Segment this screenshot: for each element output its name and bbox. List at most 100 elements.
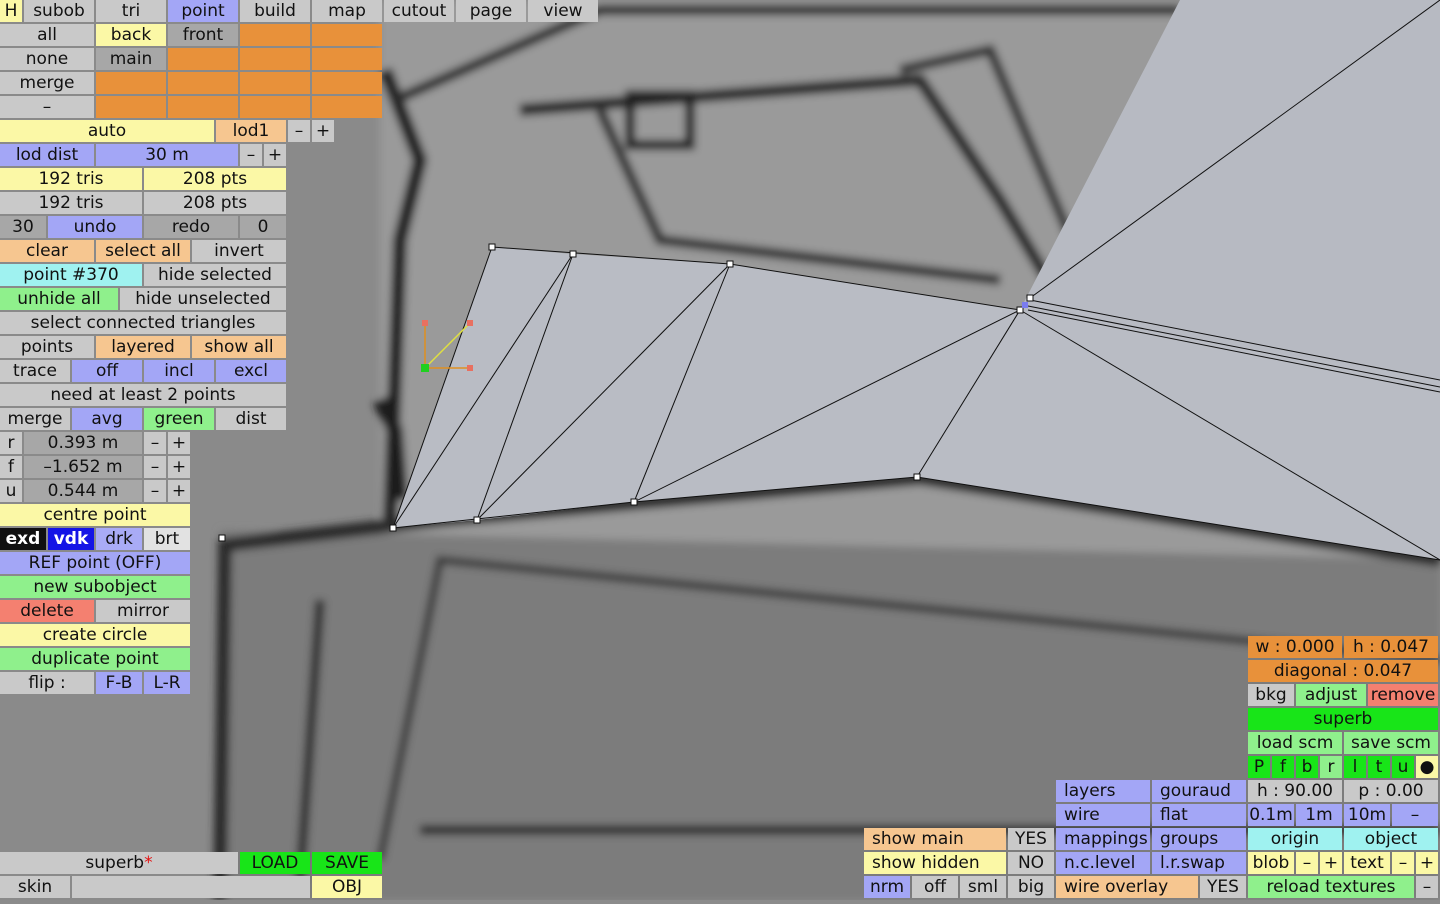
duplicate-point-button[interactable]: duplicate point: [0, 648, 190, 670]
menu-subob[interactable]: subob: [24, 0, 94, 22]
text-button[interactable]: text: [1344, 852, 1390, 874]
menu-map[interactable]: map: [312, 0, 382, 22]
part-slot[interactable]: [312, 72, 382, 94]
menu-view[interactable]: view: [528, 0, 598, 22]
part-slot[interactable]: [240, 72, 310, 94]
part-slot[interactable]: [96, 96, 166, 118]
object-button[interactable]: object: [1344, 828, 1438, 850]
show-hidden-no[interactable]: NO: [1008, 852, 1054, 874]
redo-button[interactable]: redo: [144, 216, 238, 238]
nc-level-button[interactable]: n.c.level: [1056, 852, 1150, 874]
flip-lr-button[interactable]: L-R: [144, 672, 190, 694]
view-f-button[interactable]: f: [1272, 756, 1294, 778]
coord-f-plus-button[interactable]: +: [168, 456, 190, 478]
bkg-name[interactable]: superb: [1248, 708, 1438, 730]
selected-point-label[interactable]: point #370: [0, 264, 142, 286]
step-1m-button[interactable]: 1m: [1296, 804, 1342, 826]
lod-dist-minus-button[interactable]: –: [240, 144, 262, 166]
trace-excl-button[interactable]: excl: [216, 360, 286, 382]
hide-unselected-button[interactable]: hide unselected: [120, 288, 286, 310]
show-all-button[interactable]: show all: [192, 336, 286, 358]
flat-button[interactable]: flat: [1152, 804, 1246, 826]
mappings-button[interactable]: mappings: [1056, 828, 1150, 850]
menu-cutout[interactable]: cutout: [384, 0, 454, 22]
step-01m-button[interactable]: 0.1m: [1248, 804, 1294, 826]
coord-r-value[interactable]: 0.393 m: [24, 432, 142, 454]
step-dash-button[interactable]: –: [1392, 804, 1438, 826]
view-p-button[interactable]: P: [1248, 756, 1270, 778]
blob-plus-button[interactable]: +: [1320, 852, 1342, 874]
lod1-button[interactable]: lod1: [216, 120, 286, 142]
lr-swap-button[interactable]: l.r.swap: [1152, 852, 1246, 874]
nrm-button[interactable]: nrm: [864, 876, 910, 898]
bkg-button[interactable]: bkg: [1248, 684, 1294, 706]
part-slot[interactable]: [312, 48, 382, 70]
merge-parts-button[interactable]: merge: [0, 72, 94, 94]
coord-f-value[interactable]: –1.652 m: [24, 456, 142, 478]
coord-r-minus-button[interactable]: –: [144, 432, 166, 454]
delete-button[interactable]: delete: [0, 600, 94, 622]
lod-plus-button[interactable]: +: [312, 120, 334, 142]
menu-tri[interactable]: tri: [96, 0, 166, 22]
wire-overlay-yes[interactable]: YES: [1200, 876, 1246, 898]
part-slot[interactable]: [240, 48, 310, 70]
blob-button[interactable]: blob: [1248, 852, 1294, 874]
part-slot[interactable]: [168, 96, 238, 118]
text-plus-button[interactable]: +: [1416, 852, 1438, 874]
coord-u-minus-button[interactable]: –: [144, 480, 166, 502]
unhide-all-button[interactable]: unhide all: [0, 288, 118, 310]
coord-f-minus-button[interactable]: –: [144, 456, 166, 478]
ref-point-button[interactable]: REF point (OFF): [0, 552, 190, 574]
part-slot[interactable]: [312, 24, 382, 46]
clear-selection-button[interactable]: clear: [0, 240, 94, 262]
merge-dist-button[interactable]: dist: [216, 408, 286, 430]
create-circle-button[interactable]: create circle: [0, 624, 190, 646]
invert-selection-button[interactable]: invert: [192, 240, 286, 262]
view-dot-button[interactable]: ●: [1416, 756, 1438, 778]
trace-off-button[interactable]: off: [72, 360, 142, 382]
origin-button[interactable]: origin: [1248, 828, 1342, 850]
wire-overlay-button[interactable]: wire overlay: [1056, 876, 1198, 898]
lod-auto-button[interactable]: auto: [0, 120, 214, 142]
merge-green-button[interactable]: green: [144, 408, 214, 430]
show-hidden-button[interactable]: show hidden: [864, 852, 1006, 874]
skin-label[interactable]: skin: [0, 876, 70, 898]
centre-point-button[interactable]: centre point: [0, 504, 190, 526]
merge-points-button[interactable]: merge: [0, 408, 70, 430]
dash-button[interactable]: –: [0, 96, 94, 118]
front-button[interactable]: front: [168, 24, 238, 46]
sml-button[interactable]: sml: [960, 876, 1006, 898]
part-slot[interactable]: [240, 96, 310, 118]
h-button[interactable]: H: [0, 0, 22, 22]
blob-minus-button[interactable]: –: [1296, 852, 1318, 874]
load-button[interactable]: LOAD: [240, 852, 310, 874]
coord-u-plus-button[interactable]: +: [168, 480, 190, 502]
view-t-button[interactable]: t: [1368, 756, 1390, 778]
big-button[interactable]: big: [1008, 876, 1054, 898]
show-main-button[interactable]: show main: [864, 828, 1006, 850]
select-all-button[interactable]: select all: [96, 240, 190, 262]
bkg-adjust-button[interactable]: adjust: [1296, 684, 1366, 706]
show-main-yes[interactable]: YES: [1008, 828, 1054, 850]
back-button[interactable]: back: [96, 24, 166, 46]
part-slot[interactable]: [96, 72, 166, 94]
new-subobject-button[interactable]: new subobject: [0, 576, 190, 598]
reload-dash-button[interactable]: –: [1416, 876, 1438, 898]
load-scm-button[interactable]: load scm: [1248, 732, 1342, 754]
coord-u-value[interactable]: 0.544 m: [24, 480, 142, 502]
select-connected-triangles-button[interactable]: select connected triangles: [0, 312, 286, 334]
menu-build[interactable]: build: [240, 0, 310, 22]
menu-page[interactable]: page: [456, 0, 526, 22]
part-slot[interactable]: [168, 72, 238, 94]
lod-minus-button[interactable]: –: [288, 120, 310, 142]
view-l-button[interactable]: l: [1344, 756, 1366, 778]
layered-button[interactable]: layered: [96, 336, 190, 358]
exd-button[interactable]: exd: [0, 528, 46, 550]
lod-dist-plus-button[interactable]: +: [264, 144, 286, 166]
groups-button[interactable]: groups: [1152, 828, 1246, 850]
view-b-button[interactable]: b: [1296, 756, 1318, 778]
layers-button[interactable]: layers: [1056, 780, 1150, 802]
text-minus-button[interactable]: –: [1392, 852, 1414, 874]
mirror-button[interactable]: mirror: [96, 600, 190, 622]
merge-avg-button[interactable]: avg: [72, 408, 142, 430]
